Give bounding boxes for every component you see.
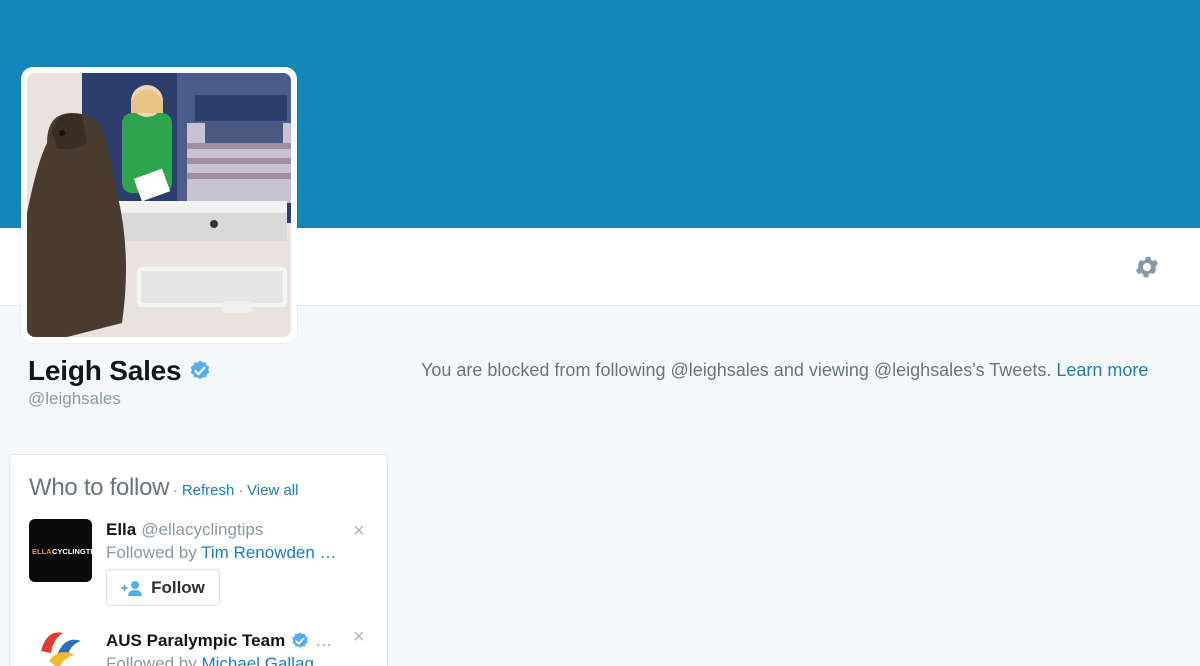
follow-button-label: Follow — [151, 577, 205, 597]
verified-badge-icon — [191, 360, 210, 380]
suggestion-name-text[interactable]: AUS Paralympic Team — [106, 631, 285, 651]
profile-name-text: Leigh Sales — [28, 355, 182, 386]
close-icon[interactable]: × — [353, 521, 365, 541]
suggestion-avatar[interactable] — [29, 621, 92, 666]
blocked-message: You are blocked from following @leighsal… — [421, 360, 1148, 381]
learn-more-link[interactable]: Learn more — [1056, 360, 1148, 380]
separator-dot: · — [238, 482, 244, 498]
who-to-follow-header: Who to follow · Refresh · View all — [29, 474, 298, 502]
profile-handle: @leighsales — [28, 389, 121, 408]
gear-icon[interactable] — [1133, 253, 1161, 281]
suggestion-handle-truncated: … — [315, 631, 333, 650]
ella-logo: ELLA CYCLINGTIPS — [29, 519, 92, 582]
add-user-icon — [121, 580, 143, 596]
suggestion-name-text[interactable]: Ella — [106, 520, 136, 540]
view-all-link[interactable]: View all — [247, 482, 298, 499]
avatar-text-ella: ELLA — [32, 547, 52, 556]
followed-by-line: Followed by Tim Renowden … — [106, 543, 337, 563]
verified-badge-icon — [292, 632, 308, 648]
followed-by-label: Followed by — [106, 654, 197, 666]
suggestion-name: Ella @ellacyclingtips — [106, 520, 263, 540]
followed-by-label: Followed by — [106, 543, 197, 562]
avatar-text-cyclingtips: CYCLINGTIPS — [52, 547, 92, 556]
profile-name: Leigh Sales — [28, 355, 212, 387]
suggestion-handle[interactable]: @ellacyclingtips — [141, 520, 263, 540]
close-icon[interactable]: × — [353, 627, 365, 647]
profile-avatar-image[interactable] — [27, 73, 291, 337]
suggestion-avatar[interactable]: ELLA CYCLINGTIPS — [29, 519, 92, 582]
suggestion-name: AUS Paralympic Team … — [106, 631, 332, 651]
who-to-follow-title: Who to follow — [29, 474, 170, 501]
refresh-link[interactable]: Refresh — [182, 482, 235, 499]
separator-dot: · — [173, 482, 178, 498]
paralympic-logo — [29, 621, 92, 666]
followed-by-user[interactable]: Michael Gallag — [201, 654, 313, 666]
who-to-follow-panel: Who to follow · Refresh · View all ELLA … — [9, 454, 388, 666]
followed-by-line: Followed by Michael Gallag — [106, 654, 314, 666]
follow-button[interactable]: Follow — [106, 569, 220, 606]
blocked-message-text: You are blocked from following @leighsal… — [421, 360, 1052, 380]
followed-by-user[interactable]: Tim Renowden … — [201, 543, 336, 562]
profile-avatar — [21, 67, 297, 343]
